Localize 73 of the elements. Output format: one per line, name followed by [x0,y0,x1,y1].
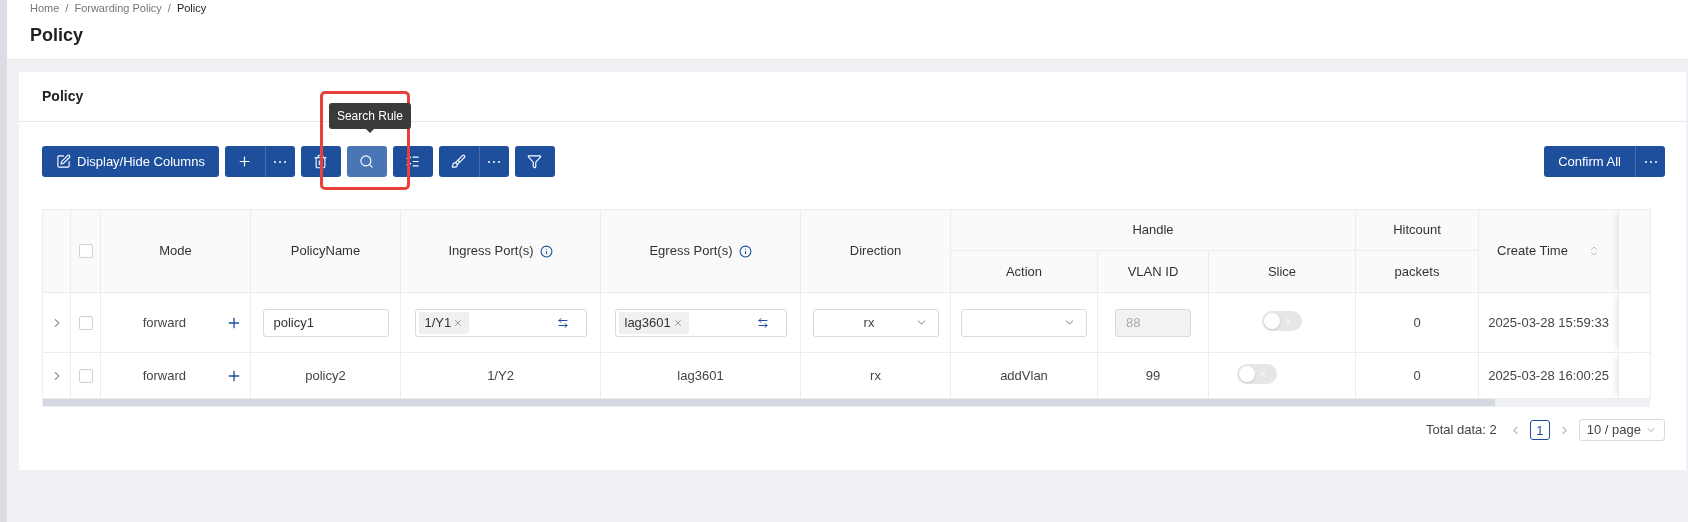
search-button[interactable] [346,146,387,177]
port-tag: lag3601 [618,311,689,334]
more-icon [488,160,501,163]
add-button[interactable] [224,146,265,177]
table-cell: 99 [1145,367,1161,383]
table-cell-text: forward [142,313,186,332]
toolbar-button[interactable]: Display/Hide Columns [42,146,219,177]
select-field[interactable] [961,308,1087,337]
table-cell: policy2 [305,367,346,383]
swap-icon[interactable] [556,316,569,329]
more-icon [274,160,287,163]
breadcrumb-link[interactable]: Forwarding Policy [74,0,162,17]
filter-icon [527,154,543,169]
swap-icon[interactable] [756,316,769,329]
port-tag: 1/Y1 [418,311,470,334]
search-icon [359,154,375,169]
column-header: packets [1355,250,1479,293]
close-icon [1258,368,1268,379]
toggle-switch[interactable] [1237,363,1277,384]
breadcrumb-separator: / [167,0,171,16]
list-button[interactable] [392,146,433,177]
breadcrumb-link[interactable]: Home [30,0,60,17]
table-cell-text: forward [142,366,186,385]
toolbar-button[interactable]: Confirm All [1544,146,1635,177]
edit-icon [56,154,71,169]
toggle-switch[interactable] [1262,310,1302,331]
page-button[interactable]: 1 [1529,420,1550,440]
checkbox[interactable] [78,368,93,383]
column-header: Slice [1208,250,1356,293]
card-title: Policy [42,87,84,106]
checkbox[interactable] [78,244,93,258]
table-cell: rx [870,367,881,383]
info-icon[interactable] [738,244,752,258]
more-button[interactable] [1635,146,1665,177]
multi-select[interactable]: lag3601 [614,308,787,337]
table-cell: 2025-03-28 15:59:33 [1488,314,1609,330]
table-cell: 0 [1413,314,1421,330]
multi-select[interactable]: 1/Y1 [414,308,587,337]
list-icon [405,154,421,169]
column-header: Action [950,250,1098,293]
remove-icon[interactable] [453,317,464,328]
clean-button[interactable] [438,146,479,177]
column-header: Direction [800,209,951,293]
scrollbar-thumb[interactable] [43,399,1495,406]
plus-icon [237,154,253,169]
column-header: Ingress Port(s) [400,209,601,293]
column-header[interactable]: Create Time [1478,209,1619,293]
page-title: Policy [30,24,85,47]
close-icon [1283,315,1293,326]
select-field[interactable]: rx [812,308,939,337]
brush-icon [451,154,467,169]
table-cell: 1/Y2 [487,367,514,383]
filter-button[interactable] [514,146,555,177]
column-header: Mode [100,209,251,293]
table-cell: 0 [1413,367,1421,383]
delete-button[interactable] [300,146,341,177]
table-cell: addVlan [1000,367,1048,383]
info-icon[interactable] [539,244,553,258]
column-header: Egress Port(s) [600,209,801,293]
column-header: VLAN ID [1097,250,1209,293]
page-size-select[interactable]: 10 / page [1578,419,1665,441]
remove-icon[interactable] [672,317,683,328]
breadcrumb-separator: / [65,0,69,16]
column-header: Handle [950,209,1356,251]
column-header: PolicyName [250,209,401,293]
table-cell: lag3601 [677,367,724,383]
total-count: Total data: 2 [1425,421,1497,440]
trash-icon [313,154,329,169]
more-icon [1644,160,1657,163]
table-cell: 2025-03-28 16:00:25 [1488,367,1609,383]
checkbox[interactable] [78,315,93,330]
column-header: Hitcount [1355,209,1479,251]
input-field[interactable]: policy1 [262,308,389,337]
